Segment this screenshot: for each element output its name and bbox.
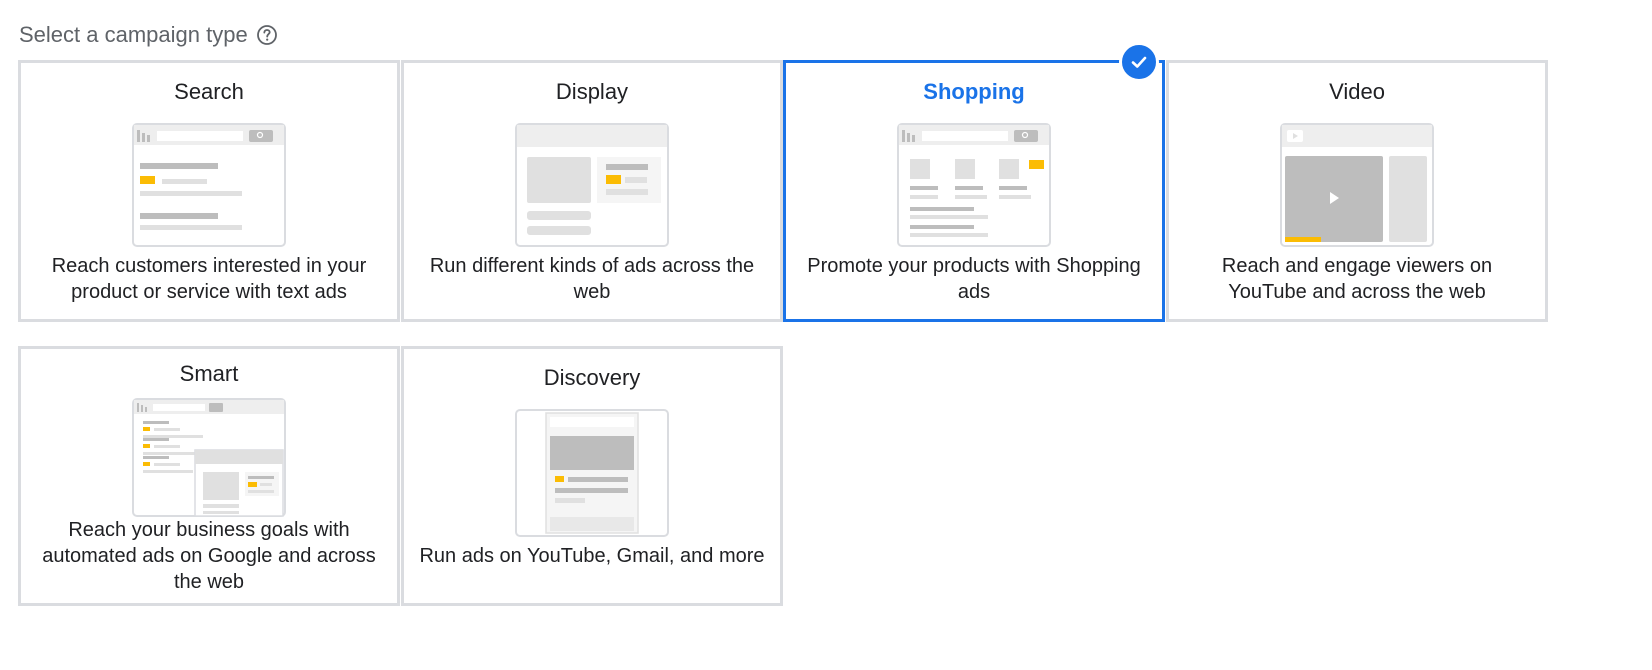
card-title: Discovery [543, 365, 641, 390]
card-title: Shopping [923, 79, 1025, 104]
help-circle-icon[interactable] [256, 24, 278, 46]
smart-illustration [127, 398, 291, 518]
selected-check-icon [1119, 42, 1159, 82]
shopping-illustration [892, 123, 1056, 249]
video-illustration [1275, 123, 1439, 249]
card-description: Run different kinds of ads across the we… [429, 255, 755, 303]
campaign-card-search[interactable]: Search Reach customers interested in you… [18, 60, 400, 322]
card-title: Smart [179, 361, 239, 386]
campaign-card-video[interactable]: Video Reach and engage viewers on YouTub… [1166, 60, 1548, 322]
search-illustration [127, 123, 291, 249]
discovery-illustration [510, 409, 674, 539]
card-title: Display [555, 79, 629, 104]
campaign-type-header: Select a campaign type [19, 20, 278, 50]
campaign-card-shopping[interactable]: Shopping Promote your products with Shop… [783, 60, 1165, 322]
card-description: Reach your business goals with automated… [42, 519, 376, 593]
card-title: Video [1329, 79, 1385, 104]
page-title: Select a campaign type [19, 22, 248, 47]
card-title: Search [174, 79, 244, 104]
card-description: Promote your products with Shopping ads [807, 255, 1141, 303]
card-description: Run ads on YouTube, Gmail, and more [419, 545, 765, 567]
card-description: Reach and engage viewers on YouTube and … [1221, 255, 1493, 303]
campaign-card-discovery[interactable]: Discovery Run ads on YouTube, Gmail, and… [401, 346, 783, 606]
display-illustration [510, 123, 674, 249]
card-description: Reach customers interested in your produ… [51, 255, 367, 303]
campaign-card-smart[interactable]: Smart Reach your business goals with aut… [18, 346, 400, 606]
campaign-card-display[interactable]: Display Run different kinds of ads acros… [401, 60, 783, 322]
